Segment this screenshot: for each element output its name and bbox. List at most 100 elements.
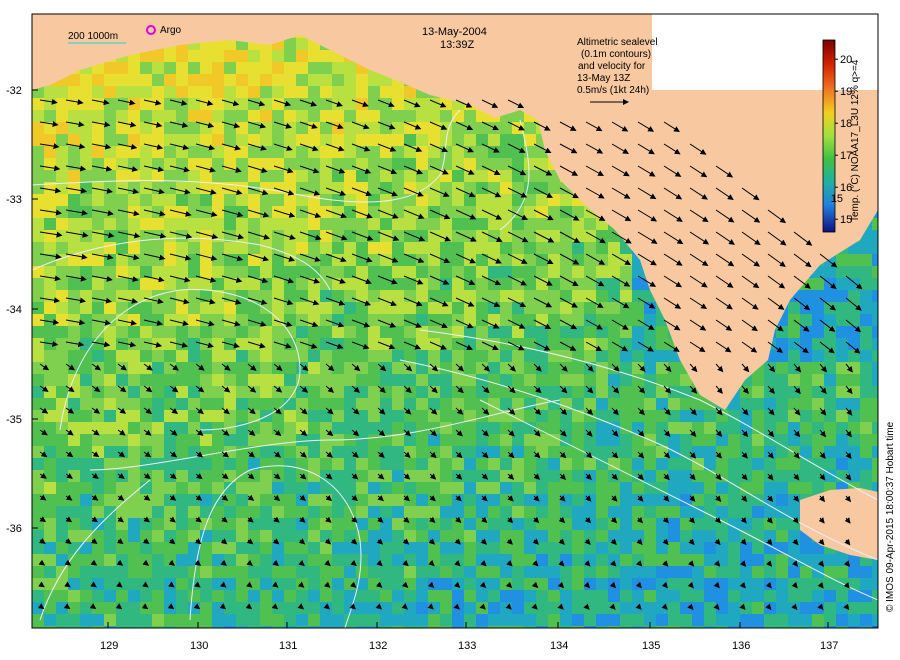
sst-cell bbox=[128, 254, 140, 266]
sst-cell bbox=[452, 290, 464, 302]
sst-cell bbox=[596, 578, 608, 590]
sst-cell bbox=[680, 434, 692, 446]
sst-cell bbox=[752, 506, 764, 518]
sst-cell bbox=[428, 518, 440, 530]
sst-cell bbox=[500, 614, 512, 626]
x-tick-label: 136 bbox=[732, 640, 750, 652]
sst-cell bbox=[476, 554, 488, 566]
sst-cell bbox=[164, 374, 176, 386]
sst-cell bbox=[104, 530, 116, 542]
sst-cell bbox=[512, 542, 524, 554]
sst-cell bbox=[512, 278, 524, 290]
sst-cell bbox=[512, 566, 524, 578]
sst-cell bbox=[800, 362, 812, 374]
sst-cell bbox=[260, 122, 272, 134]
y-tick-label: -32 bbox=[6, 85, 22, 97]
sst-cell bbox=[128, 602, 140, 614]
sst-cell bbox=[500, 446, 512, 458]
sst-cell bbox=[200, 350, 212, 362]
sst-cell bbox=[596, 326, 608, 338]
sst-cell bbox=[188, 398, 200, 410]
sst-cell bbox=[344, 350, 356, 362]
sst-cell bbox=[560, 482, 572, 494]
sst-cell bbox=[440, 566, 452, 578]
sst-cell bbox=[404, 350, 416, 362]
sst-cell bbox=[452, 194, 464, 206]
sst-cell bbox=[212, 374, 224, 386]
sst-cell bbox=[188, 314, 200, 326]
sst-cell bbox=[608, 506, 620, 518]
sst-cell bbox=[32, 122, 44, 134]
sst-cell bbox=[188, 302, 200, 314]
sst-cell bbox=[80, 122, 92, 134]
sst-cell bbox=[392, 278, 404, 290]
sst-cell bbox=[68, 578, 80, 590]
sst-cell bbox=[452, 398, 464, 410]
sst-cell bbox=[752, 422, 764, 434]
sst-cell bbox=[380, 218, 392, 230]
sst-cell bbox=[620, 602, 632, 614]
sst-cell bbox=[260, 362, 272, 374]
sst-cell bbox=[212, 338, 224, 350]
sst-cell bbox=[356, 530, 368, 542]
sst-cell bbox=[380, 158, 392, 170]
sst-cell bbox=[500, 482, 512, 494]
sst-cell bbox=[728, 602, 740, 614]
sst-cell bbox=[536, 566, 548, 578]
sst-cell bbox=[44, 146, 56, 158]
sst-cell bbox=[272, 470, 284, 482]
sst-cell bbox=[752, 590, 764, 602]
sst-cell bbox=[344, 266, 356, 278]
sst-cell bbox=[176, 110, 188, 122]
sst-cell bbox=[524, 518, 536, 530]
sst-cell bbox=[140, 590, 152, 602]
sst-cell bbox=[824, 614, 836, 626]
sst-cell bbox=[56, 518, 68, 530]
sst-cell bbox=[284, 554, 296, 566]
sst-cell bbox=[212, 518, 224, 530]
sst-cell bbox=[104, 302, 116, 314]
sst-cell bbox=[80, 410, 92, 422]
sst-cell bbox=[572, 386, 584, 398]
sst-cell bbox=[152, 590, 164, 602]
sst-cell bbox=[488, 158, 500, 170]
sst-cell bbox=[368, 278, 380, 290]
sst-cell bbox=[140, 146, 152, 158]
sst-cell bbox=[608, 578, 620, 590]
sst-cell bbox=[440, 410, 452, 422]
sst-cell bbox=[272, 518, 284, 530]
sst-cell bbox=[68, 374, 80, 386]
sst-cell bbox=[380, 134, 392, 146]
sst-cell bbox=[572, 482, 584, 494]
sst-cell bbox=[500, 314, 512, 326]
sst-cell bbox=[248, 230, 260, 242]
sst-cell bbox=[236, 62, 248, 74]
sst-cell bbox=[848, 602, 860, 614]
sst-cell bbox=[164, 338, 176, 350]
y-tick-label: -36 bbox=[6, 523, 22, 535]
sst-cell bbox=[260, 194, 272, 206]
sst-cell bbox=[464, 362, 476, 374]
sst-cell bbox=[260, 374, 272, 386]
sst-cell bbox=[500, 242, 512, 254]
sst-cell bbox=[200, 374, 212, 386]
sst-cell bbox=[476, 506, 488, 518]
sst-cell bbox=[68, 434, 80, 446]
sst-cell bbox=[404, 266, 416, 278]
sst-cell bbox=[80, 434, 92, 446]
sst-cell bbox=[440, 590, 452, 602]
sst-cell bbox=[248, 434, 260, 446]
sst-cell bbox=[704, 422, 716, 434]
sst-cell bbox=[608, 374, 620, 386]
sst-cell bbox=[56, 422, 68, 434]
sst-cell bbox=[524, 470, 536, 482]
sst-cell bbox=[356, 482, 368, 494]
sst-cell bbox=[152, 74, 164, 86]
sst-cell bbox=[188, 590, 200, 602]
sst-cell bbox=[92, 398, 104, 410]
sst-cell bbox=[440, 362, 452, 374]
sst-cell bbox=[164, 362, 176, 374]
sst-cell bbox=[560, 446, 572, 458]
sst-cell bbox=[572, 410, 584, 422]
sst-cell bbox=[848, 314, 860, 326]
